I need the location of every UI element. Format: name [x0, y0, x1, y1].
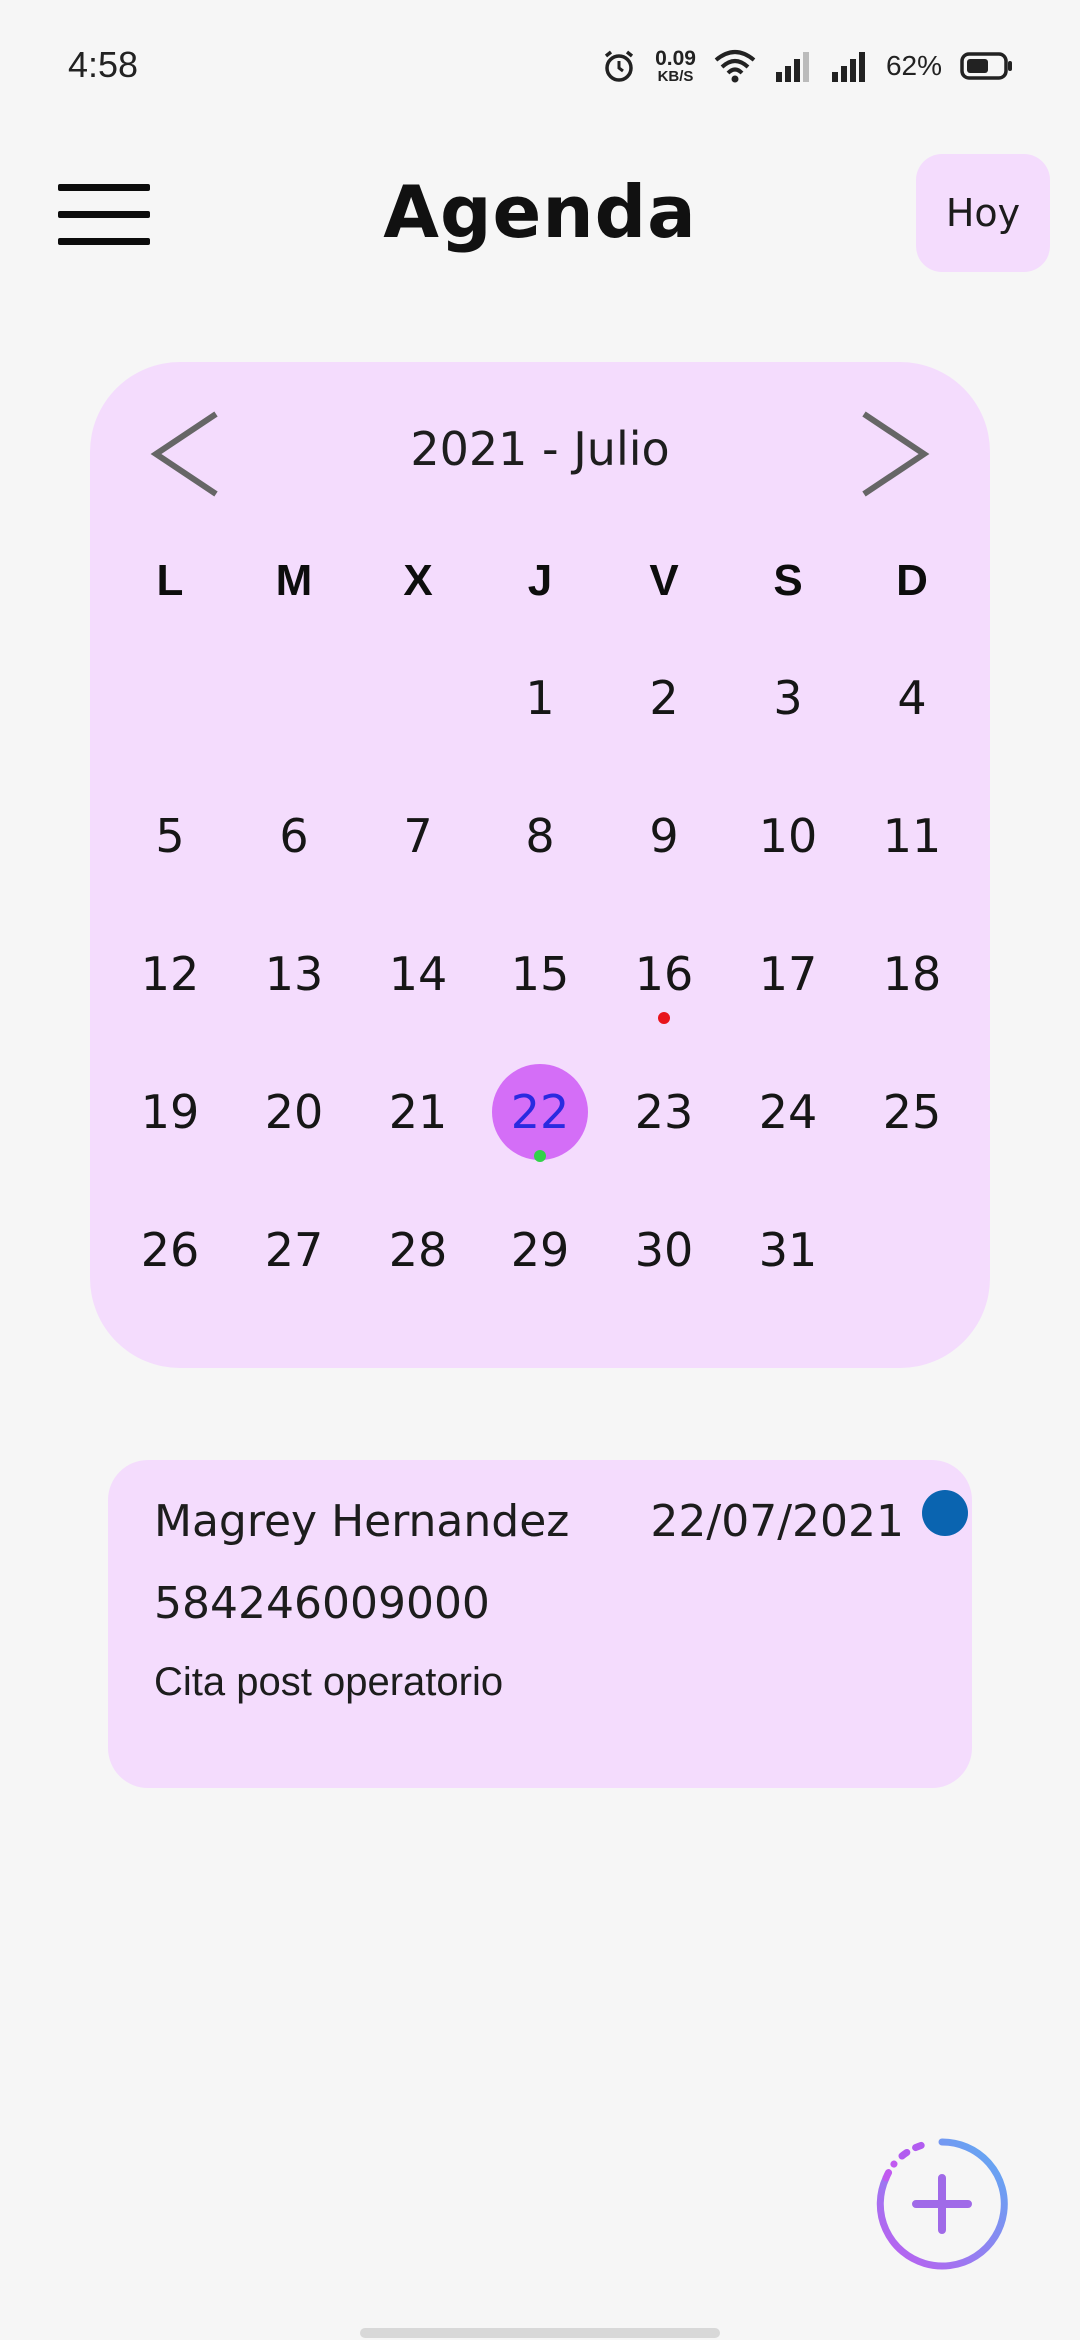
day-number: 23	[634, 1085, 694, 1139]
day-number: 19	[140, 1085, 200, 1139]
add-icon[interactable]	[874, 2136, 1010, 2272]
day-cell[interactable]: 18	[850, 924, 974, 1024]
day-cell[interactable]: 17	[726, 924, 850, 1024]
status-icons: 0.09 KB/S 62%	[601, 46, 1014, 86]
day-number: 30	[634, 1223, 694, 1277]
day-number: 12	[140, 947, 200, 1001]
network-speed: 0.09 KB/S	[655, 47, 696, 85]
day-cell[interactable]: 20	[232, 1062, 356, 1162]
day-cell[interactable]: 9	[602, 786, 726, 886]
day-number: 11	[882, 809, 942, 863]
day-number: 26	[140, 1223, 200, 1277]
day-cell[interactable]: 4	[850, 648, 974, 748]
day-number: 25	[882, 1085, 942, 1139]
day-number: 8	[525, 809, 555, 863]
signal-icon	[775, 52, 809, 82]
day-number: 21	[388, 1085, 448, 1139]
calendar: 2021 - Julio LMXJVSD 1 2 3 4 5 6 7 8 9 10 11 12 13 14…	[90, 362, 990, 1368]
day-number: 28	[388, 1223, 448, 1277]
day-number: 6	[279, 809, 309, 863]
day-number: 13	[264, 947, 324, 1001]
day-number: 15	[510, 947, 570, 1001]
app-bar: Agenda Hoy	[0, 150, 1080, 280]
status-time: 4:58	[68, 44, 139, 85]
event-marker-dot	[534, 1150, 546, 1162]
day-cell[interactable]: 3	[726, 648, 850, 748]
day-cell[interactable]: 23	[602, 1062, 726, 1162]
day-number: 2	[649, 671, 679, 725]
battery-percent: 62%	[885, 50, 942, 81]
signal-icon	[831, 52, 865, 82]
day-grid: 1 2 3 4 5 6 7 8 9 10 11 12 13 14 15 16 17 18 19 20 21 22 23 24 2…	[90, 362, 990, 1368]
day-cell[interactable]: 24	[726, 1062, 850, 1162]
day-cell[interactable]: 1	[478, 648, 602, 748]
day-cell[interactable]: 13	[232, 924, 356, 1024]
day-cell[interactable]: 30	[602, 1200, 726, 1300]
day-cell[interactable]: 21	[356, 1062, 480, 1162]
today-button[interactable]: Hoy	[916, 154, 1050, 272]
day-cell[interactable]: 14	[356, 924, 480, 1024]
day-number: 9	[649, 809, 679, 863]
day-cell[interactable]: 26	[108, 1200, 232, 1300]
day-number: 22	[510, 1085, 570, 1139]
day-number: 20	[264, 1085, 324, 1139]
alarm-icon	[604, 50, 634, 82]
appointment-name: Magrey Hernandez	[154, 1496, 570, 1547]
wifi-icon	[714, 50, 756, 83]
day-number: 4	[897, 671, 927, 725]
day-cell[interactable]: 6	[232, 786, 356, 886]
day-number: 16	[634, 947, 694, 1001]
day-number: 10	[758, 809, 818, 863]
day-cell[interactable]: 31	[726, 1200, 850, 1300]
day-cell[interactable]: 15	[478, 924, 602, 1024]
day-cell[interactable]: 28	[356, 1200, 480, 1300]
appointment-phone: 584246009000	[154, 1578, 490, 1629]
day-cell[interactable]: 2	[602, 648, 726, 748]
day-cell[interactable]: 7	[356, 786, 480, 886]
battery-icon	[960, 52, 1012, 80]
day-cell[interactable]: 27	[232, 1200, 356, 1300]
day-cell[interactable]: 19	[108, 1062, 232, 1162]
day-number: 18	[882, 947, 942, 1001]
day-number: 5	[155, 809, 185, 863]
day-cell[interactable]: 12	[108, 924, 232, 1024]
event-marker-dot	[658, 1012, 670, 1024]
day-number: 3	[773, 671, 803, 725]
appointment-note: Cita post operatorio	[154, 1660, 504, 1704]
appointment-date: 22/07/2021	[650, 1496, 904, 1547]
appointment-status-dot	[922, 1490, 968, 1536]
home-indicator	[360, 2328, 720, 2338]
day-cell-selected[interactable]: 22	[478, 1062, 602, 1162]
day-cell[interactable]: 10	[726, 786, 850, 886]
day-cell[interactable]: 25	[850, 1062, 974, 1162]
day-cell[interactable]: 16	[602, 924, 726, 1024]
day-number: 1	[525, 671, 555, 725]
day-number: 31	[758, 1223, 818, 1277]
day-number: 24	[758, 1085, 818, 1139]
appointment-card[interactable]: Magrey Hernandez 22/07/2021 584246009000…	[108, 1460, 972, 1788]
day-number: 7	[403, 809, 433, 863]
day-cell[interactable]: 29	[478, 1200, 602, 1300]
day-number: 27	[264, 1223, 324, 1277]
day-cell[interactable]: 8	[478, 786, 602, 886]
day-number: 14	[388, 947, 448, 1001]
day-cell[interactable]: 11	[850, 786, 974, 886]
day-number: 29	[510, 1223, 570, 1277]
day-cell[interactable]: 5	[108, 786, 232, 886]
status-bar: 4:58 0.09 KB/S 62%	[0, 0, 1080, 130]
day-number: 17	[758, 947, 818, 1001]
